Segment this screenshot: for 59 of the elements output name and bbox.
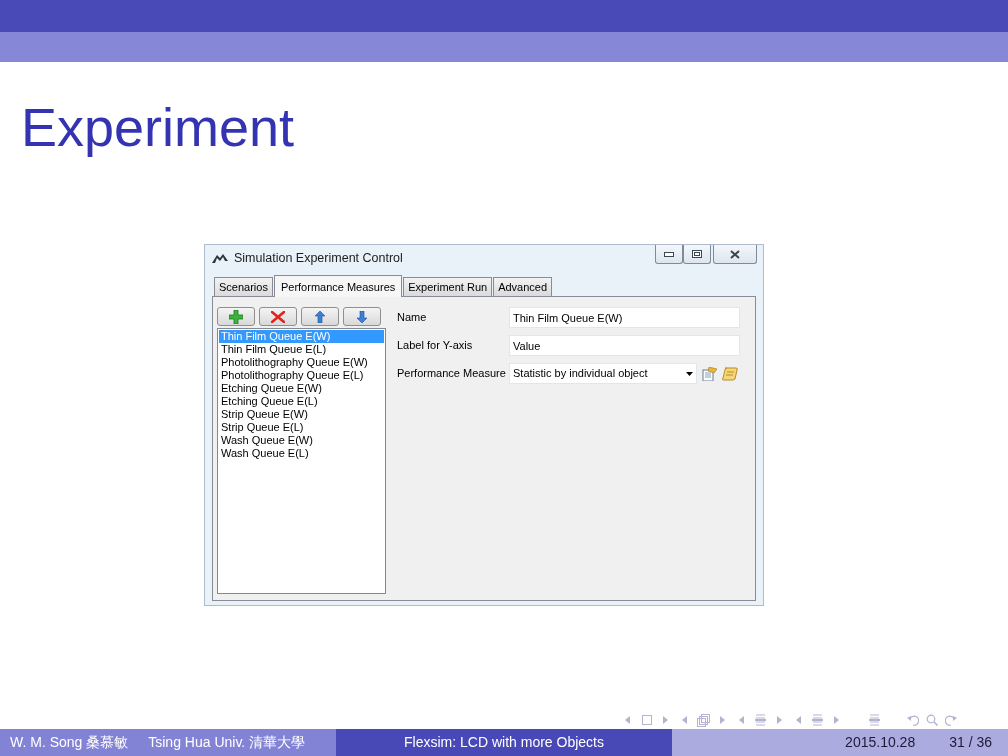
app-icon xyxy=(212,254,228,263)
plus-icon xyxy=(229,309,243,324)
window-title: Simulation Experiment Control xyxy=(234,250,403,268)
move-down-button[interactable] xyxy=(343,307,381,326)
list-item[interactable]: Wash Queue E(L) xyxy=(219,447,384,460)
list-item[interactable]: Strip Queue E(L) xyxy=(219,421,384,434)
text-field[interactable]: Value xyxy=(509,335,740,356)
left-arrow-icon[interactable] xyxy=(625,716,630,724)
page-number: 31 / 36 xyxy=(949,733,992,752)
list-item[interactable]: Photolithography Queue E(L) xyxy=(219,369,384,382)
dropdown[interactable]: Statistic by individual object xyxy=(509,363,697,384)
close-icon xyxy=(730,249,740,259)
close-button[interactable] xyxy=(713,245,757,264)
right-arrow-icon[interactable] xyxy=(663,716,668,724)
list-item[interactable]: Photolithography Queue E(W) xyxy=(219,356,384,369)
tab[interactable]: Advanced xyxy=(493,277,553,296)
minimize-icon xyxy=(664,251,674,257)
list-icon[interactable] xyxy=(812,714,823,726)
text-field[interactable]: Thin Film Queue E(W) xyxy=(509,307,740,328)
slide-date: 2015.10.28 xyxy=(845,733,916,752)
tab[interactable]: Performance Measures xyxy=(273,275,403,297)
caret-icon xyxy=(686,371,693,376)
right-arrow-icon[interactable] xyxy=(834,716,839,724)
right-arrow-icon[interactable] xyxy=(720,716,725,724)
list-item[interactable]: Thin Film Queue E(L) xyxy=(219,343,384,356)
minimize-button[interactable] xyxy=(655,245,683,264)
frames-icon[interactable] xyxy=(697,713,710,727)
list-item[interactable]: Strip Queue E(W) xyxy=(219,408,384,421)
field-label: Name xyxy=(397,310,428,326)
tab[interactable]: Scenarios xyxy=(214,277,273,296)
left-arrow-icon[interactable] xyxy=(739,716,744,724)
field-label: Label for Y-axis xyxy=(397,338,474,354)
list-icon[interactable] xyxy=(869,714,880,726)
move-up-button[interactable] xyxy=(301,307,339,326)
tab[interactable]: Experiment Run xyxy=(403,277,493,296)
talk-title: Flexsim: LCD with more Objects xyxy=(404,733,604,752)
left-arrow-icon[interactable] xyxy=(796,716,801,724)
delete-button[interactable] xyxy=(259,307,297,326)
frame-icon[interactable] xyxy=(641,715,652,725)
list-item[interactable]: Etching Queue E(L) xyxy=(219,395,384,408)
left-arrow-icon[interactable] xyxy=(682,716,687,724)
list-icon[interactable] xyxy=(755,714,766,726)
redo-icon[interactable] xyxy=(944,714,957,726)
right-arrow-icon[interactable] xyxy=(777,716,782,724)
search-icon[interactable] xyxy=(925,714,938,726)
list-item[interactable]: Wash Queue E(W) xyxy=(219,434,384,447)
down-arrow-icon xyxy=(357,310,367,323)
add-button[interactable] xyxy=(217,307,255,326)
up-arrow-icon xyxy=(315,310,325,323)
scroll-icon[interactable] xyxy=(722,366,738,381)
maximize-button[interactable] xyxy=(683,245,711,264)
delete-icon xyxy=(271,310,285,323)
field-label: Performance Measure xyxy=(397,366,507,382)
institute-name: Tsing Hua Univ. 清華大學 xyxy=(148,733,306,752)
maximize-icon xyxy=(692,250,702,258)
document-icon[interactable] xyxy=(702,366,717,381)
undo-icon[interactable] xyxy=(906,714,919,726)
author-name: W. M. Song 桑慕敏 xyxy=(10,733,129,752)
list-item[interactable]: Etching Queue E(W) xyxy=(219,382,384,395)
